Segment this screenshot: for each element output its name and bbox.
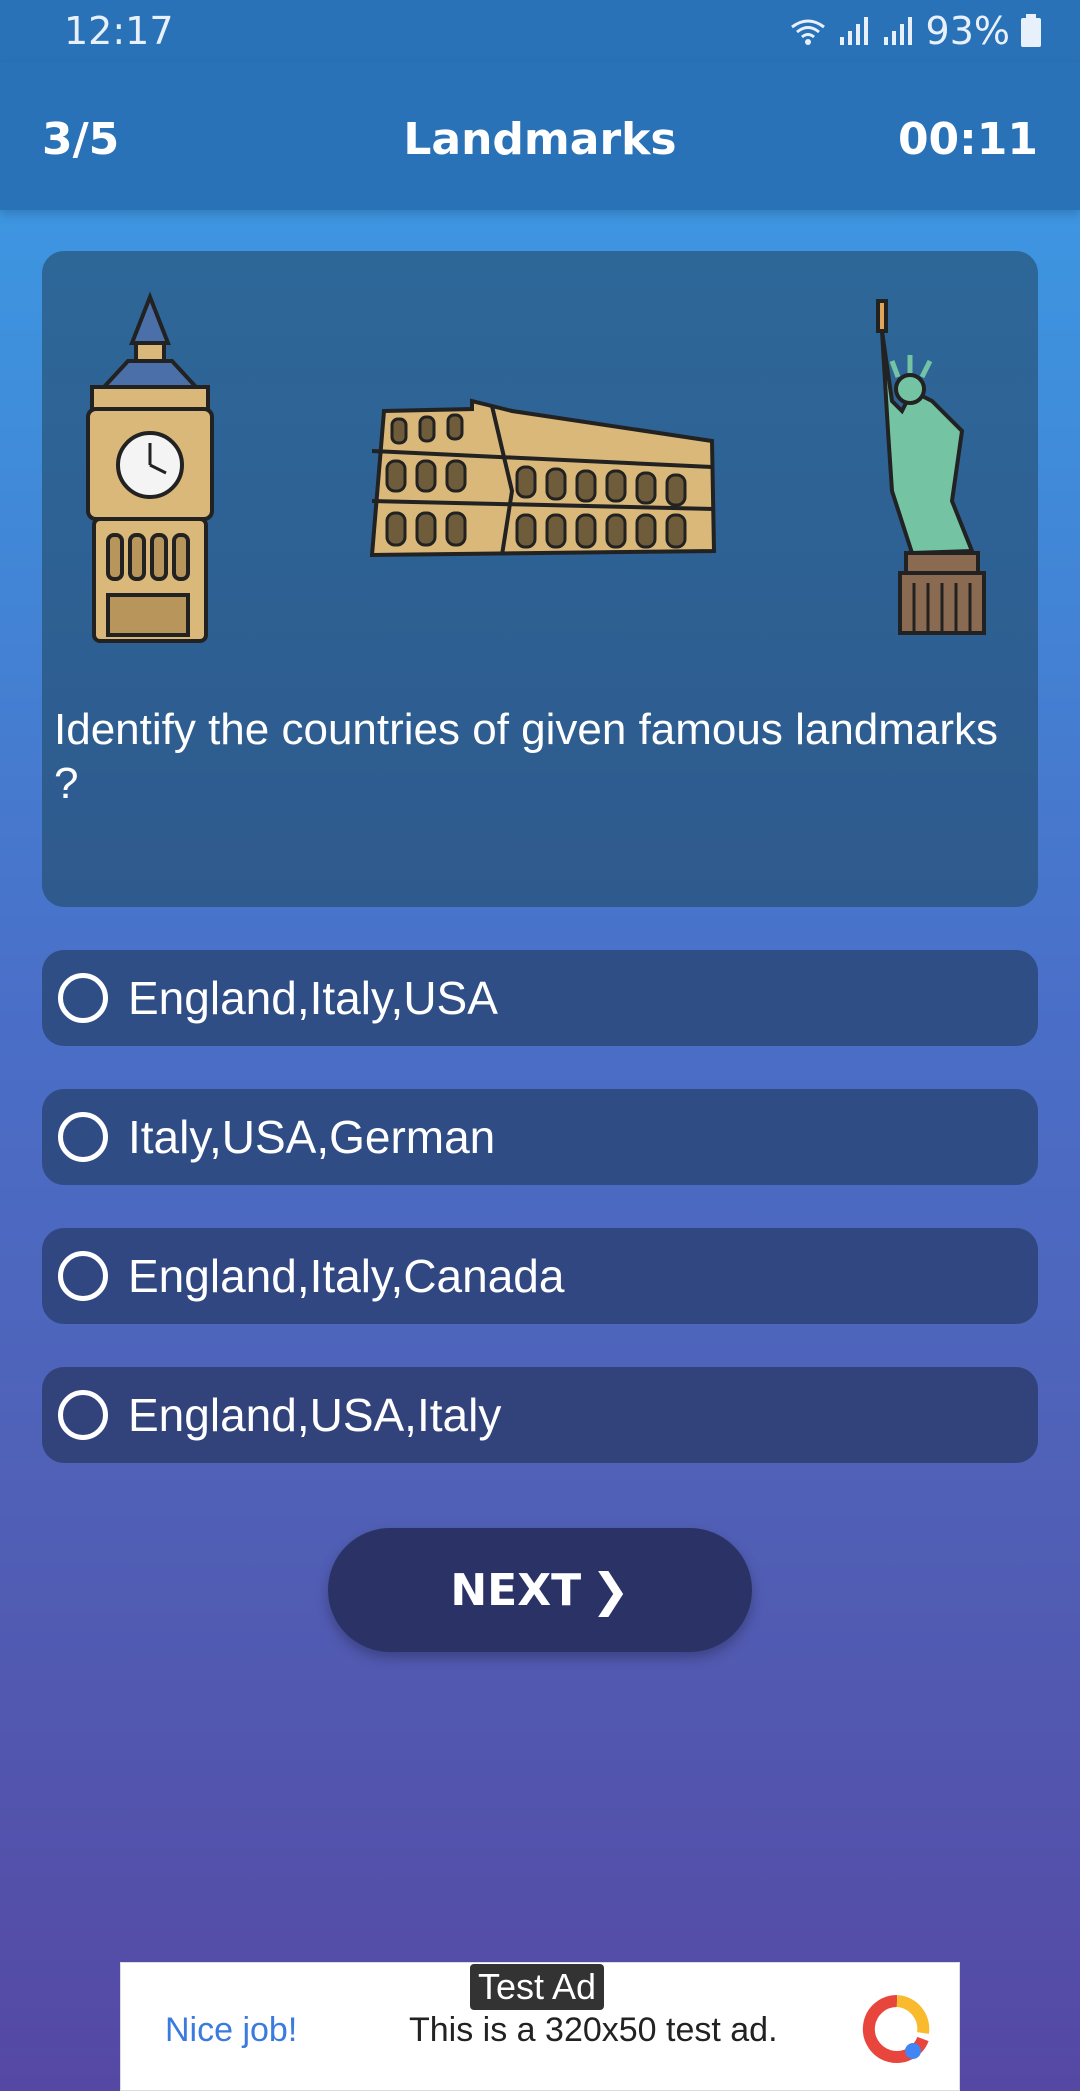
next-button-label: NEXT bbox=[450, 1564, 582, 1616]
ad-logo-icon bbox=[862, 1994, 930, 2063]
chevron-right-icon: ❯ bbox=[591, 1563, 630, 1617]
question-text: Identify the countries of given famous l… bbox=[54, 705, 999, 808]
signal-icon-2 bbox=[883, 17, 912, 45]
answer-option-1[interactable]: England,Italy,USA bbox=[42, 950, 1038, 1046]
next-button[interactable]: NEXT ❯ bbox=[328, 1528, 752, 1652]
big-ben-icon bbox=[86, 291, 214, 643]
status-bar: 12:17 93% bbox=[0, 0, 1080, 62]
answer-option-label: Italy,USA,German bbox=[128, 1111, 496, 1163]
battery-percent: 93% bbox=[925, 9, 1010, 53]
status-time: 12:17 bbox=[64, 9, 174, 53]
answer-option-label: England,Italy,Canada bbox=[128, 1250, 565, 1302]
radio-icon[interactable] bbox=[58, 1390, 108, 1440]
answer-option-label: England,USA,Italy bbox=[128, 1389, 502, 1441]
radio-icon[interactable] bbox=[58, 973, 108, 1023]
status-icons: 93% bbox=[788, 9, 1042, 53]
answer-option-4[interactable]: England,USA,Italy bbox=[42, 1367, 1038, 1463]
signal-icon bbox=[839, 17, 868, 45]
wifi-icon bbox=[790, 19, 825, 45]
ad-headline: Nice job! bbox=[165, 2011, 298, 2049]
question-card: Identify the countries of given famous l… bbox=[42, 251, 1038, 907]
quiz-timer: 00:11 bbox=[897, 114, 1038, 165]
radio-icon[interactable] bbox=[58, 1112, 108, 1162]
app-bar: 3/5 Landmarks 00:11 bbox=[0, 62, 1080, 210]
answer-option-2[interactable]: Italy,USA,German bbox=[42, 1089, 1038, 1185]
answer-option-label: England,Italy,USA bbox=[128, 972, 498, 1024]
ad-body: This is a 320x50 test ad. bbox=[409, 2011, 778, 2049]
battery-icon bbox=[1021, 14, 1041, 47]
colosseum-icon bbox=[369, 398, 717, 558]
answer-option-3[interactable]: England,Italy,Canada bbox=[42, 1228, 1038, 1324]
test-ad-tag: Test Ad bbox=[470, 1964, 605, 2010]
radio-icon[interactable] bbox=[58, 1251, 108, 1301]
statue-of-liberty-icon bbox=[876, 299, 986, 635]
